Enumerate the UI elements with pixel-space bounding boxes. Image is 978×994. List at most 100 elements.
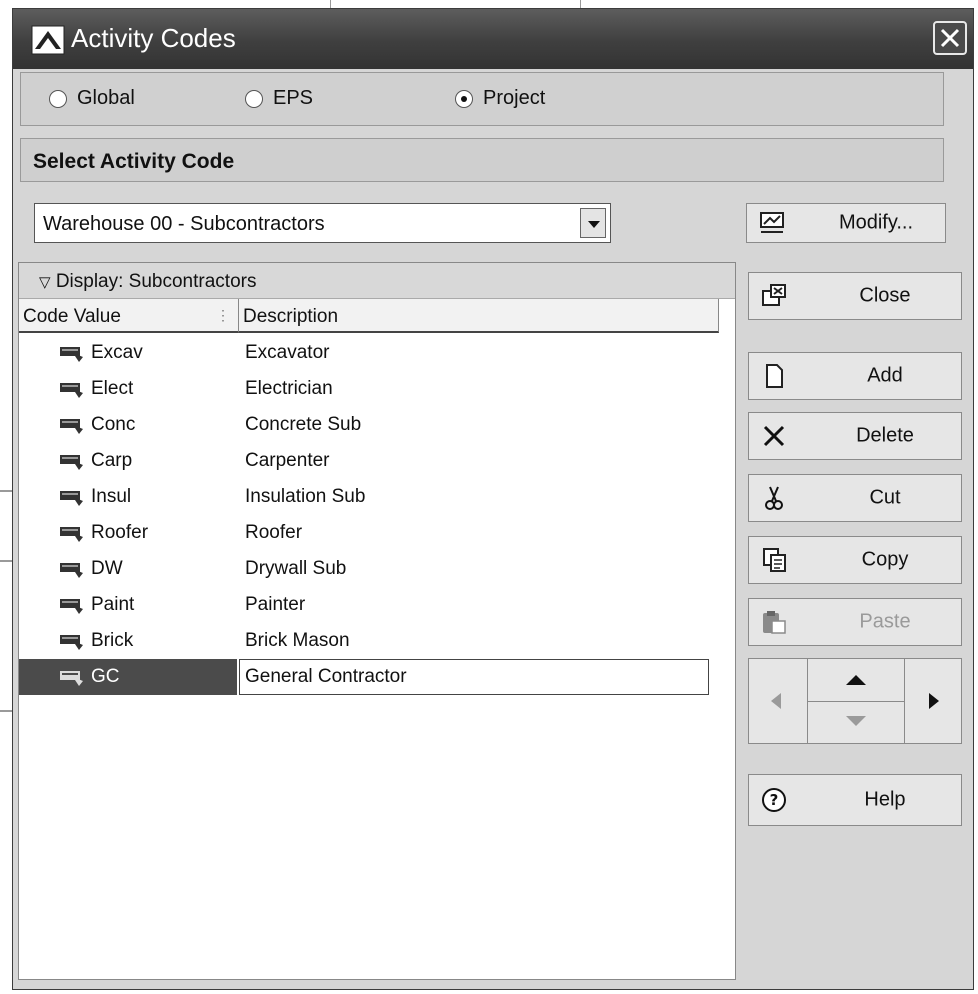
arrow-up-icon	[846, 675, 866, 685]
arrow-left-icon	[771, 693, 781, 709]
dropdown-value: Warehouse 00 - Subcontractors	[43, 213, 325, 235]
help-icon: ?	[762, 788, 786, 812]
select-activity-code-header: Select Activity Code	[20, 138, 944, 182]
radio-label: EPS	[273, 87, 314, 109]
code-description: Brick Mason	[245, 630, 350, 651]
table-row[interactable]: DW Drywall Sub	[19, 551, 735, 587]
activity-code-values-list: ▽ Display: Subcontractors Code Value ⋮ D…	[18, 262, 736, 980]
activity-codes-icon	[31, 25, 65, 55]
column-header-description[interactable]: Description	[239, 299, 719, 333]
cut-label: Cut	[869, 486, 901, 509]
code-value: Insul	[91, 486, 132, 507]
paste-label: Paste	[859, 610, 911, 633]
code-tag-icon	[60, 563, 83, 578]
radio-button[interactable]	[49, 89, 67, 108]
add-icon	[766, 364, 783, 388]
help-label: Help	[864, 788, 906, 811]
radio-label: Global	[77, 87, 135, 109]
table-row[interactable]: Insul Insulation Sub	[19, 479, 735, 515]
arrow-right-icon	[929, 693, 939, 709]
move-controls	[748, 658, 962, 744]
paste-button[interactable]: Paste	[748, 598, 962, 646]
copy-icon	[763, 548, 786, 572]
activity-code-dropdown[interactable]: Warehouse 00 - Subcontractors	[34, 203, 611, 243]
table-row[interactable]: GC General Contractor	[19, 659, 735, 695]
table-row[interactable]: Brick Brick Mason	[19, 623, 735, 659]
code-description: Excavator	[245, 342, 330, 363]
radio-button[interactable]	[455, 89, 473, 108]
arrow-down-icon	[846, 716, 866, 726]
code-value: GC	[91, 666, 120, 687]
background-line	[0, 560, 12, 562]
code-description: Painter	[245, 594, 306, 615]
table-row[interactable]: Roofer Roofer	[19, 515, 735, 551]
code-tag-icon	[60, 347, 83, 362]
code-tag-icon	[60, 599, 83, 614]
modify-icon	[760, 212, 784, 233]
radio-project[interactable]: Project	[455, 87, 545, 110]
cut-icon	[765, 486, 783, 510]
delete-label: Delete	[856, 424, 914, 447]
move-left-button[interactable]	[749, 659, 808, 743]
code-value: Carp	[91, 450, 133, 471]
background-line	[330, 0, 331, 8]
code-tag-icon	[60, 491, 83, 506]
code-description: Carpenter	[245, 450, 330, 471]
add-label: Add	[867, 364, 903, 387]
code-tag-icon	[60, 383, 83, 398]
radio-label: Project	[483, 87, 546, 109]
code-value: Paint	[91, 594, 135, 615]
code-description: Roofer	[245, 522, 303, 543]
code-value: Elect	[91, 378, 134, 399]
close-label: Close	[859, 284, 911, 307]
display-options-bar[interactable]: ▽ Display: Subcontractors	[19, 263, 735, 299]
close-button[interactable]: Close	[748, 272, 962, 320]
table-row[interactable]: Carp Carpenter	[19, 443, 735, 479]
title-bar[interactable]: Activity Codes	[13, 9, 973, 69]
svg-text:?: ?	[770, 791, 779, 809]
sort-icon: ⋮	[216, 307, 230, 323]
move-right-button[interactable]	[904, 659, 962, 743]
close-dialog-icon	[762, 284, 786, 306]
table-row[interactable]: Conc Concrete Sub	[19, 407, 735, 443]
selected-code-cell[interactable]	[19, 659, 237, 695]
code-tag-icon	[60, 635, 83, 650]
background-line	[580, 0, 581, 8]
move-up-button[interactable]	[808, 659, 904, 702]
help-button[interactable]: ? Help	[748, 774, 962, 826]
close-icon[interactable]	[933, 21, 967, 55]
code-value: Brick	[91, 630, 134, 651]
table-row[interactable]: Excav Excavator	[19, 335, 735, 371]
add-button[interactable]: Add	[748, 352, 962, 400]
move-down-button[interactable]	[808, 702, 904, 743]
code-value: DW	[91, 558, 123, 579]
cut-button[interactable]: Cut	[748, 474, 962, 522]
radio-eps[interactable]: EPS	[245, 87, 313, 110]
code-description: Electrician	[245, 378, 333, 399]
background-line	[0, 710, 12, 712]
column-header-code-value[interactable]: Code Value ⋮	[19, 299, 239, 333]
window-title: Activity Codes	[71, 23, 236, 53]
radio-global[interactable]: Global	[49, 87, 135, 110]
delete-button[interactable]: Delete	[748, 412, 962, 460]
scope-radio-group: Global EPS Project	[20, 72, 944, 126]
radio-button[interactable]	[245, 89, 263, 108]
modify-label: Modify...	[838, 211, 914, 234]
modify-button[interactable]: Modify...	[746, 203, 946, 243]
code-value: Conc	[91, 414, 136, 435]
table-row[interactable]: Paint Painter	[19, 587, 735, 623]
code-tag-icon	[60, 455, 83, 470]
code-value: Excav	[91, 342, 143, 363]
table-row[interactable]: Elect Electrician	[19, 371, 735, 407]
code-tag-icon	[60, 419, 83, 434]
delete-icon	[763, 425, 785, 447]
paste-icon	[763, 611, 786, 634]
copy-label: Copy	[861, 548, 909, 571]
display-label: Display: Subcontractors	[55, 271, 257, 292]
chevron-down-icon: ▽	[39, 274, 51, 291]
copy-button[interactable]: Copy	[748, 536, 962, 584]
code-description: General Contractor	[245, 666, 407, 687]
code-tag-icon	[60, 527, 83, 542]
column-label: Description	[243, 306, 339, 327]
chevron-down-icon[interactable]	[580, 208, 606, 238]
